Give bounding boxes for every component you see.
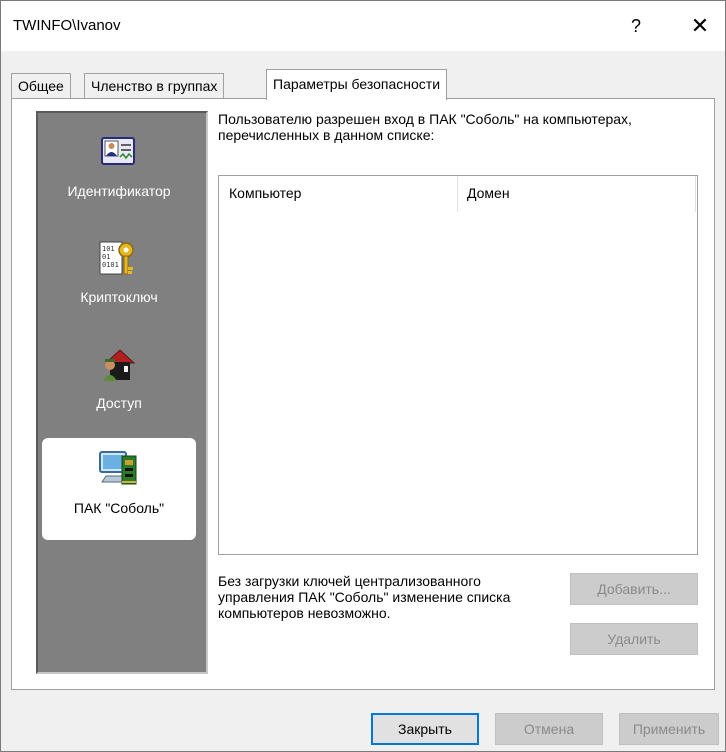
column-header-domain[interactable]: Домен <box>457 176 695 212</box>
sidebar-item-identifier[interactable]: Идентификатор <box>42 125 196 225</box>
computer-board-icon <box>96 446 140 486</box>
tab-panel-security: Идентификатор 101 01 0101 Криптоключ Дос… <box>11 98 715 690</box>
column-divider[interactable] <box>695 176 696 212</box>
sidebar-item-access[interactable]: Доступ <box>42 337 196 437</box>
close-button[interactable]: Закрыть <box>371 713 479 745</box>
centralized-keys-note: Без загрузки ключей централизованного уп… <box>218 573 511 621</box>
window-title: TWINFO\Ivanov <box>13 17 121 34</box>
sidebar-item-label: Криптоключ <box>80 289 158 305</box>
tab-security-settings[interactable]: Параметры безопасности <box>266 69 448 100</box>
computer-list[interactable]: Компьютер Домен <box>218 175 698 555</box>
access-description: Пользователю разрешен вход в ПАК "Соболь… <box>218 111 632 143</box>
house-access-icon <box>96 345 140 385</box>
svg-text:01: 01 <box>102 253 110 261</box>
tab-group-membership[interactable]: Членство в группах <box>84 73 225 99</box>
binary-key-icon: 101 01 0101 <box>96 239 140 279</box>
id-card-icon <box>96 133 140 173</box>
dialog-window: TWINFO\Ivanov ? ✕ Общее Членство в групп… <box>0 0 726 752</box>
sidebar-item-label: Доступ <box>96 395 142 411</box>
tab-general[interactable]: Общее <box>11 73 71 99</box>
help-button[interactable]: ? <box>613 1 659 51</box>
close-window-button[interactable]: ✕ <box>677 1 723 51</box>
column-header-computer[interactable]: Компьютер <box>219 176 457 212</box>
apply-button[interactable]: Применить <box>619 713 719 745</box>
category-sidebar: Идентификатор 101 01 0101 Криптоключ Дос… <box>36 111 208 674</box>
sidebar-item-cryptokey[interactable]: 101 01 0101 Криптоключ <box>42 231 196 331</box>
sidebar-item-label: ПАК "Соболь" <box>73 500 165 516</box>
add-computer-button[interactable]: Добавить... <box>570 573 698 605</box>
title-bar: TWINFO\Ivanov ? ✕ <box>1 1 725 51</box>
svg-text:0101: 0101 <box>102 261 119 269</box>
sidebar-item-label: Идентификатор <box>67 183 171 199</box>
cancel-button[interactable]: Отмена <box>495 713 603 745</box>
sidebar-item-sobol[interactable]: ПАК "Соболь" <box>42 438 196 540</box>
delete-computer-button[interactable]: Удалить <box>570 623 698 655</box>
svg-text:101: 101 <box>102 245 115 253</box>
